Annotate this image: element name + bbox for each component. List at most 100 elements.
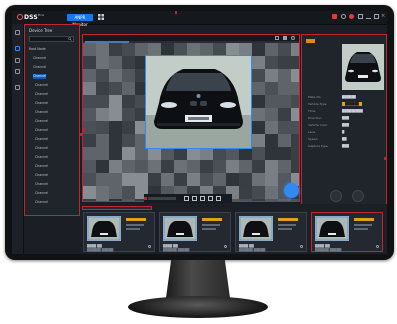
card-badge xyxy=(278,218,298,221)
card-info-line xyxy=(354,224,372,226)
card-action-icon[interactable] xyxy=(300,245,303,248)
layout-custom-icon[interactable] xyxy=(208,196,213,201)
detail-value: █████████ xyxy=(342,109,363,113)
tree-node[interactable]: Channel xyxy=(35,128,48,133)
layout-9-icon[interactable] xyxy=(200,196,205,201)
search-icon xyxy=(68,37,72,41)
tree-node[interactable]: Channel xyxy=(33,65,46,70)
card-subcaption: ██████ █████ xyxy=(239,248,266,252)
tree-search-input[interactable] xyxy=(29,36,74,42)
tree-node[interactable]: Channel xyxy=(35,200,48,205)
layout-4-icon[interactable] xyxy=(192,196,197,201)
module-tab-button[interactable]: ANPR Monitor xyxy=(67,14,93,27)
monitor-stand-neck xyxy=(166,260,230,298)
detail-label: Vehicle Type xyxy=(308,102,327,106)
app-logo: DSSPro xyxy=(17,13,44,21)
live-video-panel[interactable] xyxy=(82,34,300,202)
list-icon[interactable] xyxy=(15,69,20,74)
annotation-marker xyxy=(83,128,85,131)
card-subcaption: ██████ █████ xyxy=(163,248,190,252)
grid-icon[interactable] xyxy=(98,14,104,20)
left-rail xyxy=(12,24,24,254)
maximize-icon[interactable] xyxy=(374,14,379,19)
card-info-line xyxy=(278,228,292,230)
video-control-bar xyxy=(144,194,232,203)
tree-node[interactable]: Channel xyxy=(35,173,48,178)
card-info-line xyxy=(202,228,216,230)
fullscreen-icon[interactable] xyxy=(275,36,279,40)
tree-node[interactable]: Channel xyxy=(35,119,48,124)
tree-node[interactable]: Channel xyxy=(33,56,46,61)
minimize-icon[interactable] xyxy=(366,14,371,19)
capture-thumbnail xyxy=(342,44,384,90)
capture-fab-button[interactable] xyxy=(284,183,299,198)
capture-card[interactable]: ████ ██ ██████ █████ xyxy=(235,212,307,252)
annotation-marker xyxy=(175,11,177,14)
tree-node[interactable]: Channel xyxy=(35,83,48,88)
tree-node[interactable]: Channel xyxy=(35,92,48,97)
strip-header xyxy=(82,206,152,210)
tree-node[interactable]: Channel xyxy=(35,155,48,160)
notification-icon[interactable] xyxy=(349,14,354,19)
card-action-icon[interactable] xyxy=(376,245,379,248)
detail-label: Direction xyxy=(308,116,322,120)
card-info-line xyxy=(354,228,368,230)
detail-value: ███ xyxy=(342,144,349,148)
detail-label: Plate No. xyxy=(308,95,322,99)
card-subcaption: ██████ █████ xyxy=(87,248,114,252)
card-info-line xyxy=(202,224,220,226)
record-icon[interactable] xyxy=(291,36,295,40)
detail-label: Speed xyxy=(308,137,318,141)
card-badge xyxy=(126,218,146,221)
card-image xyxy=(239,216,273,241)
tree-title: Device Tree xyxy=(29,28,53,33)
settings-icon[interactable] xyxy=(358,14,363,19)
top-bar: DSSPro ANPR Monitor × xyxy=(12,11,387,27)
tree-node[interactable]: Channel xyxy=(35,191,48,196)
stream-select[interactable] xyxy=(148,197,176,200)
card-image xyxy=(315,216,349,241)
device-tree-panel: Device Tree Root Node Channel Channel Chann… xyxy=(24,24,82,216)
vehicle-capture-image xyxy=(145,55,252,149)
capture-record-strip: ████ ██ ██████ █████ ████ ██ ██████ █████ ██… xyxy=(80,204,387,254)
refresh-icon[interactable] xyxy=(15,30,20,35)
tree-node[interactable]: Channel xyxy=(35,137,48,142)
monitor-stand-base xyxy=(128,296,268,318)
search-record-icon[interactable] xyxy=(15,58,20,63)
card-badge xyxy=(354,218,374,221)
card-badge xyxy=(202,218,222,221)
fullscreen-wall-icon[interactable] xyxy=(216,196,221,201)
detail-value: ███ xyxy=(342,123,349,127)
capture-card[interactable]: ████ ██ ██████ █████ xyxy=(83,212,155,252)
detail-value: █ xyxy=(342,130,345,134)
tree-node[interactable]: Channel xyxy=(35,146,48,151)
playback-button[interactable] xyxy=(330,190,342,202)
tree-node[interactable]: Channel xyxy=(33,74,47,79)
capture-card[interactable]: ████ ██ ██████ █████ xyxy=(159,212,231,252)
export-icon[interactable] xyxy=(15,85,20,90)
detail-tab[interactable] xyxy=(306,39,315,43)
card-action-icon[interactable] xyxy=(224,245,227,248)
detail-value: ██████ xyxy=(342,102,362,106)
close-icon[interactable]: × xyxy=(381,14,386,19)
tree-node[interactable]: Channel xyxy=(35,164,48,169)
export-button[interactable] xyxy=(352,190,364,202)
detail-label: Lane xyxy=(308,130,316,134)
snapshot-icon[interactable] xyxy=(283,36,287,40)
annotation-marker xyxy=(144,197,147,200)
card-action-icon[interactable] xyxy=(148,245,151,248)
capture-detail-panel: Plate No. ██████ Vehicle Type ██████ Time ███… xyxy=(301,34,387,210)
monitor-view-icon[interactable] xyxy=(15,46,20,51)
tree-node[interactable]: Root Node xyxy=(29,47,46,52)
capture-card[interactable]: ████ ██ ██████ █████ xyxy=(311,212,383,252)
detail-value: ██████ xyxy=(342,95,356,99)
alarm-icon[interactable] xyxy=(332,14,337,19)
card-info-line xyxy=(126,224,144,226)
card-subcaption: ██████ █████ xyxy=(315,248,342,252)
detail-label: Vehicle Color xyxy=(308,123,328,127)
tree-node[interactable]: Channel xyxy=(35,182,48,187)
tree-node[interactable]: Channel xyxy=(35,110,48,115)
user-icon[interactable] xyxy=(341,14,346,19)
tree-node[interactable]: Channel xyxy=(35,101,48,106)
layout-1-icon[interactable] xyxy=(184,196,189,201)
